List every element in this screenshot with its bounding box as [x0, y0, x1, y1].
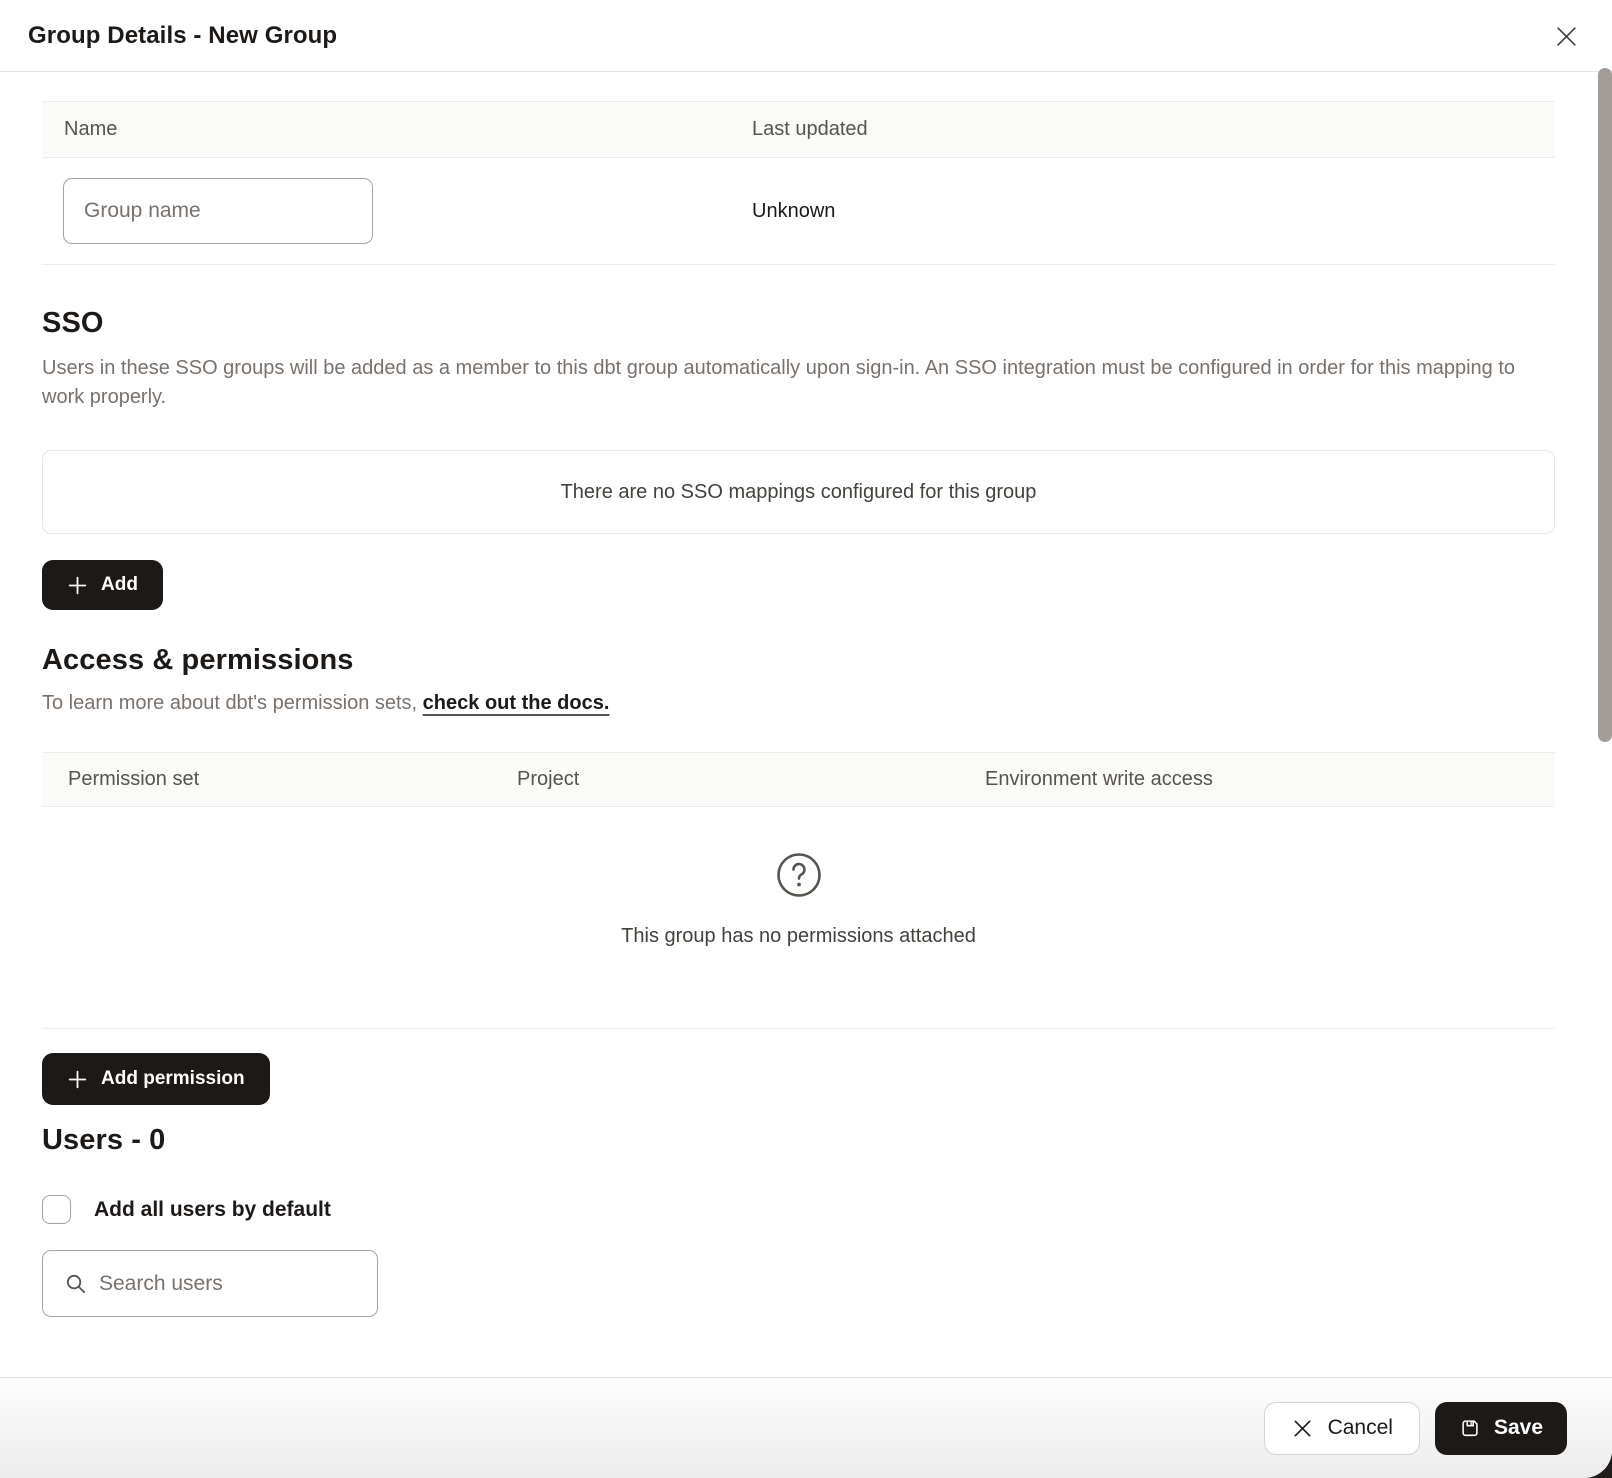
permissions-docs-line: To learn more about dbt's permission set…: [42, 692, 1555, 715]
column-header-permission-set: Permission set: [42, 768, 517, 791]
close-button[interactable]: [1548, 18, 1584, 54]
permissions-table-header: Permission set Project Environment write…: [42, 752, 1555, 807]
sso-empty-state: There are no SSO mappings configured for…: [42, 450, 1555, 534]
sso-description: Users in these SSO groups will be added …: [42, 354, 1517, 412]
save-button[interactable]: Save: [1435, 1402, 1567, 1455]
column-header-environment-write-access: Environment write access: [985, 768, 1555, 791]
cancel-x-icon: [1291, 1417, 1314, 1440]
column-header-project: Project: [517, 768, 985, 791]
permissions-table: Permission set Project Environment write…: [42, 752, 1555, 1029]
cancel-label: Cancel: [1328, 1416, 1393, 1440]
permissions-empty-state: This group has no permissions attached: [42, 807, 1555, 1029]
users-heading: Users - 0: [42, 1124, 1555, 1157]
save-floppy-icon: [1459, 1417, 1481, 1439]
column-header-name: Name: [42, 118, 752, 141]
add-sso-mapping-button[interactable]: Add: [42, 560, 163, 610]
group-name-input[interactable]: [63, 178, 373, 244]
add-sso-mapping-label: Add: [101, 574, 138, 596]
permissions-empty-message: This group has no permissions attached: [621, 925, 976, 948]
sso-heading: SSO: [42, 307, 1555, 340]
scrollbar-thumb[interactable]: [1598, 68, 1612, 742]
group-details-modal: Group Details - New Group Name Last upda…: [0, 0, 1612, 1478]
add-all-users-checkbox[interactable]: [42, 1195, 71, 1224]
plus-icon: [67, 1069, 88, 1090]
group-name-table-header: Name Last updated: [42, 101, 1555, 158]
save-label: Save: [1494, 1416, 1543, 1440]
question-mark-icon: [775, 851, 823, 899]
sso-empty-message: There are no SSO mappings configured for…: [561, 481, 1037, 504]
add-permission-label: Add permission: [101, 1068, 245, 1090]
permissions-heading: Access & permissions: [42, 644, 1555, 677]
column-header-last-updated: Last updated: [752, 118, 1555, 141]
add-all-users-label: Add all users by default: [94, 1198, 331, 1222]
modal-footer: Cancel Save: [0, 1377, 1612, 1478]
permissions-docs-text: To learn more about dbt's permission set…: [42, 692, 417, 714]
group-name-row: Unknown: [42, 158, 1555, 265]
search-icon: [64, 1272, 87, 1295]
last-updated-value: Unknown: [752, 200, 1555, 223]
modal-title: Group Details - New Group: [28, 22, 337, 50]
docs-link[interactable]: check out the docs.: [423, 692, 610, 714]
add-all-users-row: Add all users by default: [42, 1195, 1555, 1224]
search-users-box: [42, 1250, 378, 1317]
close-icon: [1554, 24, 1579, 49]
group-name-table: Name Last updated Unknown: [42, 101, 1555, 265]
add-permission-button[interactable]: Add permission: [42, 1053, 270, 1105]
plus-icon: [67, 575, 88, 596]
search-users-input[interactable]: [99, 1251, 377, 1316]
cancel-button[interactable]: Cancel: [1264, 1402, 1420, 1455]
modal-header: Group Details - New Group: [0, 0, 1612, 72]
modal-body: Name Last updated Unknown SSO Users in t…: [0, 72, 1612, 1377]
